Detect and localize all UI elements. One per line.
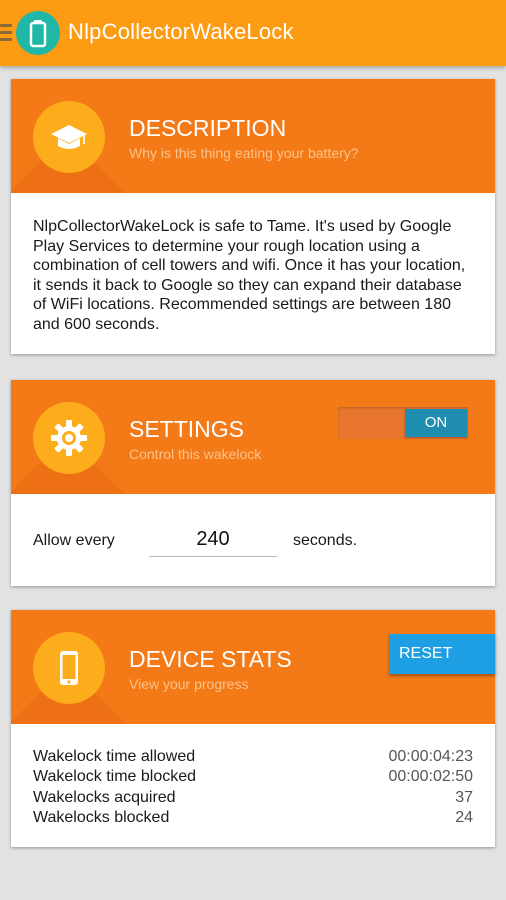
stat-row: Wakelock time blocked 00:00:02:50 [33, 768, 473, 788]
settings-badge [33, 402, 105, 474]
description-subtitle: Why is this thing eating your battery? [129, 145, 359, 161]
settings-subtitle: Control this wakelock [129, 446, 262, 462]
settings-header: SETTINGS Control this wakelock ON [11, 380, 495, 494]
settings-title: SETTINGS [129, 416, 245, 442]
device-stats-body: Wakelock time allowed 00:00:04:23 Wakelo… [11, 724, 495, 845]
stat-value: 37 [455, 788, 473, 806]
interval-input[interactable] [149, 522, 277, 557]
settings-body: Allow every seconds. [11, 494, 495, 586]
description-badge [33, 101, 105, 173]
battery-icon[interactable] [16, 11, 60, 55]
device-stats-card: DEVICE STATS View your progress Wakelock… [11, 610, 495, 847]
seconds-label: seconds. [293, 532, 358, 549]
allow-every-label: Allow every [33, 532, 115, 549]
stat-row: Wakelock time allowed 00:00:04:23 [33, 748, 473, 768]
stat-value: 24 [455, 808, 473, 826]
stat-row: Wakelocks acquired 37 [33, 789, 473, 809]
app-bar: NlpCollectorWakeLock [0, 0, 506, 66]
stat-label: Wakelock time blocked [33, 768, 197, 786]
app-title: NlpCollectorWakeLock [68, 19, 294, 44]
description-card: DESCRIPTION Why is this thing eating you… [11, 79, 495, 354]
stat-value: 00:00:04:23 [388, 748, 473, 765]
wakelock-toggle[interactable]: ON [338, 407, 468, 439]
gear-icon [51, 420, 87, 456]
settings-card: SETTINGS Control this wakelock ON Allow … [11, 380, 495, 586]
stat-label: Wakelock time allowed [33, 748, 196, 765]
reset-button[interactable]: RESET [389, 634, 495, 674]
device-stats-subtitle: View your progress [129, 676, 249, 692]
stat-value: 00:00:02:50 [388, 768, 473, 786]
stats-list: Wakelock time allowed 00:00:04:23 Wakelo… [33, 748, 473, 829]
description-body: NlpCollectorWakeLock is safe to Tame. It… [11, 193, 495, 334]
stat-row: Wakelocks blocked 24 [33, 809, 473, 829]
description-text: NlpCollectorWakeLock is safe to Tame. It… [33, 218, 466, 333]
stat-label: Wakelocks blocked [33, 808, 170, 826]
smartphone-icon [60, 651, 78, 685]
device-stats-title: DEVICE STATS [129, 646, 292, 672]
device-stats-badge [33, 632, 105, 704]
stat-label: Wakelocks acquired [33, 788, 176, 806]
description-title: DESCRIPTION [129, 115, 287, 141]
description-header: DESCRIPTION Why is this thing eating you… [11, 79, 495, 193]
graduation-cap-icon [51, 125, 87, 149]
hamburger-menu-icon[interactable] [0, 24, 12, 42]
toggle-on-label[interactable]: ON [405, 409, 467, 437]
